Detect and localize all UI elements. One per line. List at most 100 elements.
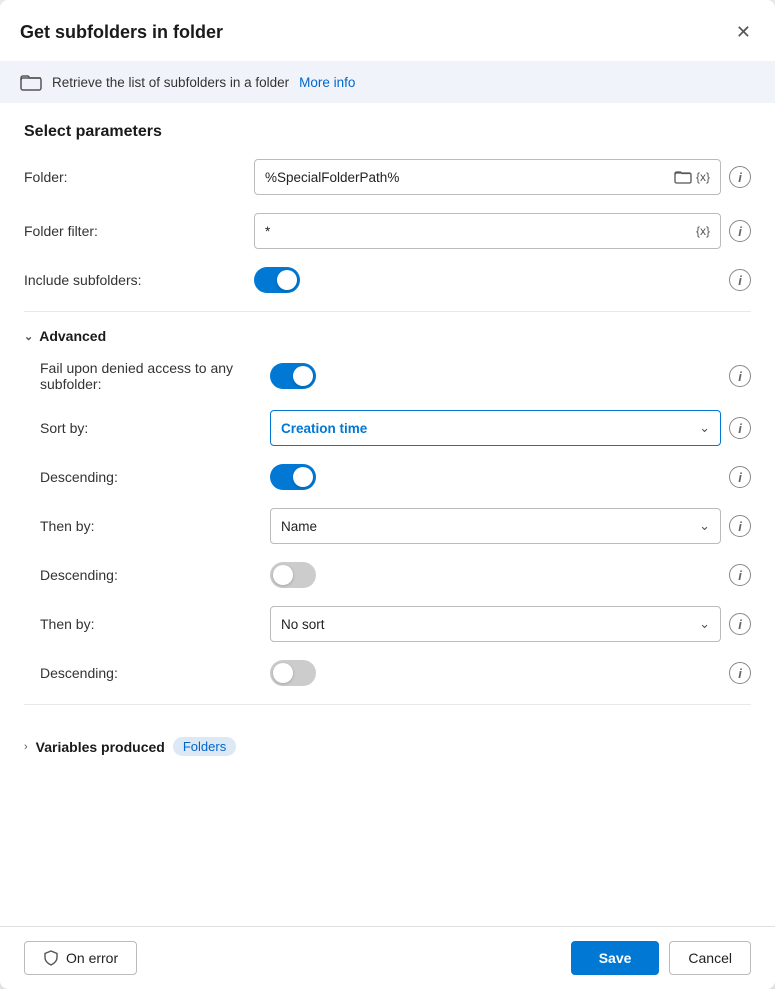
save-button[interactable]: Save	[571, 941, 660, 975]
descending-2-toggle-wrap[interactable]	[270, 562, 316, 588]
variables-produced-section[interactable]: › Variables produced Folders	[24, 721, 751, 772]
footer-right-buttons: Save Cancel	[571, 941, 751, 975]
shield-icon	[43, 950, 59, 966]
folder-filter-row: Folder filter: * {x} i	[24, 213, 751, 249]
fail-denied-row: Fail upon denied access to any subfolder…	[40, 360, 751, 392]
descending-2-label: Descending:	[40, 567, 270, 583]
info-banner: Retrieve the list of subfolders in a fol…	[0, 61, 775, 103]
descending-1-control: i	[270, 464, 751, 490]
fail-denied-toggle-wrap[interactable]	[270, 363, 316, 389]
folder-icon	[20, 73, 42, 91]
include-subfolders-label: Include subfolders:	[24, 272, 254, 288]
dialog-title: Get subfolders in folder	[20, 22, 223, 43]
folder-filter-icons: {x}	[696, 224, 710, 238]
fail-denied-control: i	[270, 363, 751, 389]
close-button[interactable]: ✕	[732, 18, 755, 47]
descending-1-info-icon[interactable]: i	[729, 466, 751, 488]
then-by-2-row: Then by: No sort ⌄ i	[40, 606, 751, 642]
advanced-title: Advanced	[39, 328, 106, 344]
on-error-label: On error	[66, 950, 118, 966]
section-title-select-parameters: Select parameters	[24, 123, 751, 141]
sort-by-chevron-icon: ⌄	[699, 420, 710, 436]
include-subfolders-control: i	[254, 267, 751, 293]
then-by-2-info-icon[interactable]: i	[729, 613, 751, 635]
descending-1-label: Descending:	[40, 469, 270, 485]
include-subfolders-track	[254, 267, 300, 293]
variable-icon-folder[interactable]: {x}	[696, 170, 710, 184]
then-by-1-chevron-icon: ⌄	[699, 518, 710, 534]
folder-input[interactable]: %SpecialFolderPath% {x}	[254, 159, 721, 195]
descending-3-thumb	[273, 663, 293, 683]
then-by-2-chevron-icon: ⌄	[699, 616, 710, 632]
include-subfolders-thumb	[277, 270, 297, 290]
folder-info-icon[interactable]: i	[729, 166, 751, 188]
descending-3-toggle-wrap[interactable]	[270, 660, 316, 686]
divider-variables	[24, 704, 751, 705]
descending-2-toggle[interactable]	[270, 562, 316, 588]
then-by-1-value: Name	[281, 519, 317, 534]
then-by-1-info-icon[interactable]: i	[729, 515, 751, 537]
sort-by-info-icon[interactable]: i	[729, 417, 751, 439]
descending-2-thumb	[273, 565, 293, 585]
variables-produced-label: Variables produced	[36, 739, 165, 755]
include-subfolders-toggle-wrap[interactable]	[254, 267, 300, 293]
include-subfolders-toggle[interactable]	[254, 267, 300, 293]
on-error-button[interactable]: On error	[24, 941, 137, 975]
dialog-header: Get subfolders in folder ✕	[0, 0, 775, 61]
dialog-footer: On error Save Cancel	[0, 926, 775, 989]
more-info-link[interactable]: More info	[299, 75, 355, 90]
then-by-2-control: No sort ⌄ i	[270, 606, 751, 642]
then-by-1-label: Then by:	[40, 518, 270, 534]
folder-filter-input[interactable]: * {x}	[254, 213, 721, 249]
descending-1-toggle[interactable]	[270, 464, 316, 490]
info-banner-text: Retrieve the list of subfolders in a fol…	[52, 75, 289, 90]
then-by-2-value: No sort	[281, 617, 325, 632]
descending-2-row: Descending: i	[40, 562, 751, 588]
divider-advanced	[24, 311, 751, 312]
sort-by-value: Creation time	[281, 421, 367, 436]
then-by-2-dropdown[interactable]: No sort ⌄	[270, 606, 721, 642]
variable-icon-filter[interactable]: {x}	[696, 224, 710, 238]
descending-2-track	[270, 562, 316, 588]
browse-folder-icon[interactable]	[674, 169, 692, 185]
folder-filter-info-icon[interactable]: i	[729, 220, 751, 242]
sort-by-control: Creation time ⌄ i	[270, 410, 751, 446]
fail-denied-info-icon[interactable]: i	[729, 365, 751, 387]
advanced-section-header[interactable]: ⌄ Advanced	[24, 328, 751, 344]
include-subfolders-info-icon[interactable]: i	[729, 269, 751, 291]
advanced-chevron-icon: ⌄	[24, 330, 33, 343]
descending-3-label: Descending:	[40, 665, 270, 681]
sort-by-label: Sort by:	[40, 420, 270, 436]
descending-1-toggle-wrap[interactable]	[270, 464, 316, 490]
folder-value: %SpecialFolderPath%	[265, 170, 399, 185]
dialog-body: Select parameters Folder: %SpecialFolder…	[0, 103, 775, 926]
descending-3-control: i	[270, 660, 751, 686]
variables-produced-chevron-icon: ›	[24, 741, 28, 753]
fail-denied-toggle[interactable]	[270, 363, 316, 389]
sort-by-row: Sort by: Creation time ⌄ i	[40, 410, 751, 446]
sort-by-dropdown[interactable]: Creation time ⌄	[270, 410, 721, 446]
then-by-1-dropdown[interactable]: Name ⌄	[270, 508, 721, 544]
descending-1-row: Descending: i	[40, 464, 751, 490]
descending-3-row: Descending: i	[40, 660, 751, 686]
fail-denied-track	[270, 363, 316, 389]
folder-input-icons: {x}	[674, 169, 710, 185]
then-by-2-label: Then by:	[40, 616, 270, 632]
folder-control-wrap: %SpecialFolderPath% {x} i	[254, 159, 751, 195]
folder-row: Folder: %SpecialFolderPath% {x} i	[24, 159, 751, 195]
folder-filter-label: Folder filter:	[24, 223, 254, 239]
variables-produced-badge: Folders	[173, 737, 236, 756]
descending-2-control: i	[270, 562, 751, 588]
descending-2-info-icon[interactable]: i	[729, 564, 751, 586]
descending-3-toggle[interactable]	[270, 660, 316, 686]
folder-filter-value: *	[265, 224, 270, 239]
advanced-content: Fail upon denied access to any subfolder…	[24, 360, 751, 686]
cancel-button[interactable]: Cancel	[669, 941, 751, 975]
include-subfolders-row: Include subfolders: i	[24, 267, 751, 293]
descending-3-track	[270, 660, 316, 686]
descending-1-track	[270, 464, 316, 490]
fail-denied-label: Fail upon denied access to any subfolder…	[40, 360, 270, 392]
descending-3-info-icon[interactable]: i	[729, 662, 751, 684]
fail-denied-thumb	[293, 366, 313, 386]
dialog: Get subfolders in folder ✕ Retrieve the …	[0, 0, 775, 989]
